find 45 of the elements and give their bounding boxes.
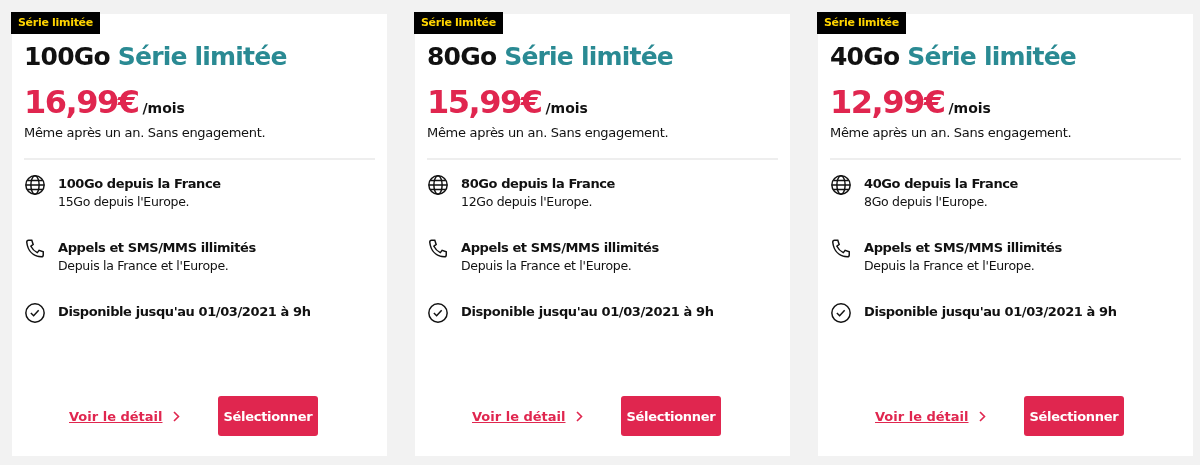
price: 16,99€	[24, 83, 139, 121]
select-button[interactable]: Sélectionner	[1023, 396, 1124, 436]
feature-title: Disponible jusqu'au 01/03/2021 à 9h	[864, 304, 1117, 319]
price-note: Même après un an. Sans engagement.	[24, 125, 267, 140]
offer-title: 100Go Série limitée	[24, 42, 288, 71]
phone-icon	[427, 238, 449, 260]
detail-link[interactable]: Voir le détail	[472, 408, 566, 424]
feature-title: 80Go depuis la France	[461, 176, 615, 191]
badge: Série limitée	[817, 12, 906, 34]
badge: Série limitée	[11, 12, 100, 34]
feature-title: 100Go depuis la France	[58, 176, 221, 191]
feature-title: Appels et SMS/MMS illimités	[864, 240, 1062, 255]
phone-icon	[24, 238, 46, 260]
detail-link[interactable]: Voir le détail	[875, 408, 969, 424]
feature-title: 40Go depuis la France	[864, 176, 1018, 191]
feature-title: Disponible jusqu'au 01/03/2021 à 9h	[461, 304, 714, 319]
feature-title: Disponible jusqu'au 01/03/2021 à 9h	[58, 304, 311, 319]
offer-title: 80Go Série limitée	[427, 42, 674, 71]
price-period: /mois	[948, 100, 991, 116]
feature-detail: 12Go depuis l'Europe.	[461, 194, 594, 209]
chevron-right-icon[interactable]	[978, 410, 986, 422]
feature-detail: Depuis la France et l'Europe.	[58, 258, 230, 273]
price-period: /mois	[545, 100, 588, 116]
badge: Série limitée	[414, 12, 503, 34]
detail-link[interactable]: Voir le détail	[69, 408, 163, 424]
feature-detail: Depuis la France et l'Europe.	[864, 258, 1036, 273]
globe-icon	[427, 174, 449, 196]
globe-icon	[24, 174, 46, 196]
feature-title: Appels et SMS/MMS illimités	[461, 240, 659, 255]
globe-icon	[830, 174, 852, 196]
chevron-right-icon[interactable]	[172, 410, 180, 422]
feature-detail: 8Go depuis l'Europe.	[864, 194, 989, 209]
price: 15,99€	[427, 83, 542, 121]
select-button[interactable]: Sélectionner	[217, 396, 318, 436]
chevron-right-icon[interactable]	[575, 410, 583, 422]
phone-icon	[830, 238, 852, 260]
price-note: Même après un an. Sans engagement.	[830, 125, 1073, 140]
feature-detail: Depuis la France et l'Europe.	[461, 258, 633, 273]
price-period: /mois	[142, 100, 185, 116]
price-note: Même après un an. Sans engagement.	[427, 125, 670, 140]
price: 12,99€	[830, 83, 945, 121]
select-button[interactable]: Sélectionner	[620, 396, 721, 436]
feature-title: Appels et SMS/MMS illimités	[58, 240, 256, 255]
offer-title: 40Go Série limitée	[830, 42, 1077, 71]
feature-detail: 15Go depuis l'Europe.	[58, 194, 191, 209]
